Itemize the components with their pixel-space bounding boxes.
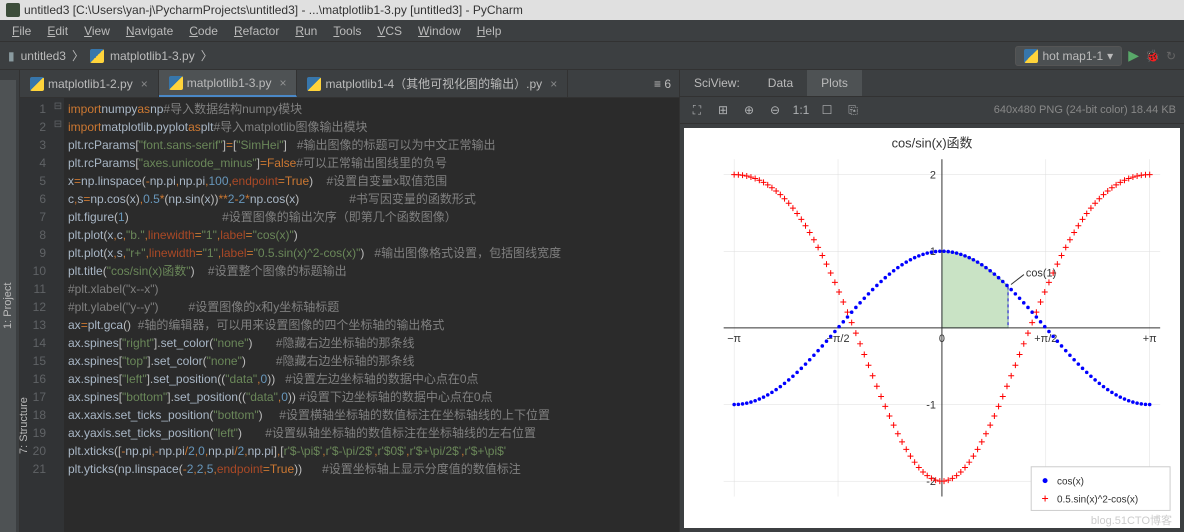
editor-tab[interactable]: matplotlib1-3.py × [159, 70, 298, 97]
navbar: ▮ untitled3 〉 matplotlib1-3.py 〉 hot map… [0, 42, 1184, 70]
breadcrumb-file[interactable]: matplotlib1-3.py [110, 49, 195, 63]
menu-refactor[interactable]: Refactor [228, 22, 285, 40]
debug-button[interactable]: 🐞 [1145, 49, 1160, 63]
menu-edit[interactable]: Edit [41, 22, 74, 40]
svg-text:0.5.sin(x)^2-cos(x): 0.5.sin(x)^2-cos(x) [1057, 495, 1138, 506]
svg-text:−π: −π [727, 333, 741, 345]
plot-info-label: 640x480 PNG (24-bit color) 18.44 KB [994, 104, 1176, 116]
plot-tool[interactable]: ⊞ [714, 101, 732, 119]
tab-label: matplotlib1-4（其他可视化图的输出）.py [325, 75, 542, 92]
folder-icon: ▮ [8, 49, 15, 63]
menu-help[interactable]: Help [471, 22, 508, 40]
menu-view[interactable]: View [78, 22, 116, 40]
sciview-tabs: SciView:DataPlots [680, 70, 1184, 97]
python-icon [1024, 49, 1038, 63]
titlebar: untitled3 [C:\Users\yan-j\PycharmProject… [0, 0, 1184, 20]
plot-tool[interactable]: ☐ [818, 101, 836, 119]
sciview-tab-plots[interactable]: Plots [807, 70, 862, 96]
run-config-dropdown[interactable]: hot map1-1 ▾ [1015, 46, 1122, 66]
menu-file[interactable]: File [6, 22, 37, 40]
menu-vcs[interactable]: VCS [371, 22, 408, 40]
tool-tab-structure[interactable]: 7: Structure [16, 320, 32, 532]
sciview-panel: SciView:DataPlots ⛶ ⊞ ⊕ ⊖ 1:1 ☐ ⎘ 640x480 PNG … [679, 70, 1184, 532]
python-file-icon [307, 77, 321, 91]
close-icon[interactable]: × [550, 77, 557, 91]
menubar: FileEditViewNavigateCodeRefactorRunTools… [0, 20, 1184, 42]
code-editor[interactable]: 123456789101112131415161718192021 ⊟⊟ imp… [20, 98, 679, 532]
svg-text:0: 0 [939, 333, 945, 345]
chevron-down-icon: ▾ [1107, 49, 1113, 63]
breadcrumb-sep: 〉 [201, 47, 213, 64]
fold-gutter: ⊟⊟ [52, 98, 64, 532]
sciview-tab-sciview[interactable]: SciView: [680, 70, 754, 96]
menu-window[interactable]: Window [412, 22, 467, 40]
tab-label: matplotlib1-3.py [187, 76, 272, 90]
plot-tool[interactable]: ⊖ [766, 101, 784, 119]
svg-text:cos(x): cos(x) [1057, 477, 1084, 488]
breadcrumb-sep: 〉 [72, 47, 84, 64]
plot-tool[interactable]: ⎘ [844, 101, 862, 119]
breadcrumb-project[interactable]: untitled3 [21, 49, 66, 63]
window-title: untitled3 [C:\Users\yan-j\PycharmProject… [24, 3, 523, 17]
plot-tool[interactable]: ⊕ [740, 101, 758, 119]
run-config-label: hot map1-1 [1042, 49, 1103, 63]
code-content[interactable]: import numpy as np #导入数据结构numpy模块import … [64, 98, 679, 532]
menu-navigate[interactable]: Navigate [120, 22, 179, 40]
python-file-icon [169, 76, 183, 90]
svg-text:2: 2 [930, 170, 936, 182]
editor-tab[interactable]: matplotlib1-2.py × [20, 70, 159, 97]
python-file-icon [90, 49, 104, 63]
sciview-toolbar: ⛶ ⊞ ⊕ ⊖ 1:1 ☐ ⎘ 640x480 PNG (24-bit color) 18.… [680, 97, 1184, 124]
svg-text:−π/2: −π/2 [827, 333, 850, 345]
watermark: blog.51CTO博客 [1091, 512, 1172, 528]
svg-text:cos/sin(x)函数: cos/sin(x)函数 [892, 136, 973, 151]
plot-area: −π−π/20+π/2+π-2-112cos(1)cos/sin(x)函数cos… [684, 128, 1180, 528]
menu-tools[interactable]: Tools [327, 22, 367, 40]
menu-code[interactable]: Code [183, 22, 224, 40]
editor-tabs: matplotlib1-2.py×matplotlib1-3.py×matplo… [20, 70, 679, 98]
svg-text:cos(1): cos(1) [1026, 268, 1056, 280]
tab-label: matplotlib1-2.py [48, 77, 133, 91]
editor-tab[interactable]: matplotlib1-4（其他可视化图的输出）.py × [297, 70, 568, 97]
python-file-icon [30, 77, 44, 91]
close-icon[interactable]: × [279, 76, 286, 90]
sciview-tab-data[interactable]: Data [754, 70, 807, 96]
tool-tab-project[interactable]: 1: Project [0, 80, 16, 532]
menu-run[interactable]: Run [289, 22, 323, 40]
close-icon[interactable]: × [141, 77, 148, 91]
plot-svg: −π−π/20+π/2+π-2-112cos(1)cos/sin(x)函数cos… [684, 128, 1180, 528]
pycharm-icon [6, 3, 20, 17]
plot-tool[interactable]: 1:1 [792, 101, 810, 119]
left-tool-gutter: 1: Project 7: Structure [0, 70, 20, 532]
svg-text:+π/2: +π/2 [1034, 333, 1057, 345]
plot-tool[interactable]: ⛶ [688, 101, 706, 119]
svg-text:-1: -1 [926, 400, 936, 412]
svg-text:+π: +π [1143, 333, 1157, 345]
tab-overflow-indicator[interactable]: ≡ 6 [654, 77, 671, 91]
run-button[interactable]: ▶ [1128, 47, 1139, 64]
stop-button[interactable]: ↻ [1166, 49, 1176, 63]
